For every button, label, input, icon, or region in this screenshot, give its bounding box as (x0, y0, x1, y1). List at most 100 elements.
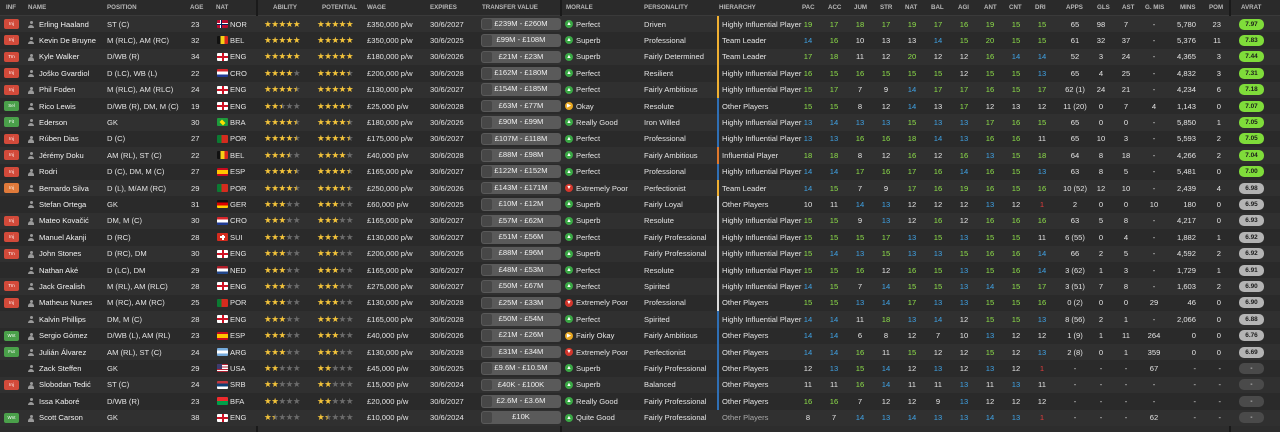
transfer-value-pill[interactable]: £25M - £33M (481, 296, 561, 310)
header-str[interactable]: STR (880, 4, 892, 11)
table-row[interactable]: Sel Rico Lewis D/WB (R), DM, M (C) 19 ENG ★★★… (0, 98, 1280, 115)
player-name[interactable]: Rico Lewis (39, 102, 105, 111)
transfer-value-pill[interactable]: £63M - £77M (481, 99, 561, 113)
table-row[interactable]: Inj Rúben Dias D (C) 27 POR ★★★★★ ★★★★★ £175,00… (0, 130, 1280, 148)
player-nation[interactable]: ENG (230, 85, 254, 94)
status-badge[interactable]: Sel (4, 101, 19, 111)
table-row[interactable]: Inj Slobodan Tedić ST (C) 24 SRB ★★★★★ ★★★★★ £1… (0, 376, 1280, 394)
header-ability[interactable]: ABILITY (273, 4, 297, 11)
header-gmis[interactable]: G. MIS (1145, 4, 1164, 11)
status-badge[interactable]: Fut (4, 347, 19, 357)
player-name[interactable]: Jack Grealish (39, 282, 105, 291)
table-row[interactable]: Inj Joško Gvardiol D (LC), WB (L) 22 CRO ★★★★… (0, 65, 1280, 82)
header-mins[interactable]: MINS (1180, 4, 1195, 11)
player-name[interactable]: Scott Carson (39, 413, 105, 422)
table-row[interactable]: Inj Jérémy Doku AM (RL), ST (C) 22 BEL ★★★★★ ★… (0, 147, 1280, 164)
transfer-value-pill[interactable]: £10M - £12M (481, 198, 561, 211)
header-jum[interactable]: JUM (854, 4, 867, 11)
table-row[interactable]: Wnt Scott Carson GK 38 ENG ★★★★★ ★★★★★ £10,000 … (0, 409, 1280, 426)
table-row[interactable]: Zack Steffen GK 29 USA ★★★★★ ★★★★★ £45,000 p/w… (0, 360, 1280, 377)
transfer-value-pill[interactable]: £2.6M - £3.6M (481, 394, 561, 408)
header-transfer-value[interactable]: TRANSFER VALUE (482, 4, 538, 11)
table-row[interactable]: Trn Jack Grealish M (RL), AM (RLC) 28 ENG ★★★… (0, 278, 1280, 295)
header-wage[interactable]: WAGE (367, 4, 386, 11)
player-name[interactable]: John Stones (39, 249, 105, 258)
transfer-value-pill[interactable]: £239M - £260M (481, 17, 561, 31)
transfer-value-pill[interactable]: £31M - £34M (481, 345, 561, 359)
player-name[interactable]: Nathan Aké (39, 266, 105, 275)
status-badge[interactable]: Wnt (4, 330, 19, 341)
player-name[interactable]: Kevin De Bruyne (39, 36, 105, 45)
player-nation[interactable]: ENG (230, 413, 254, 422)
transfer-value-pill[interactable]: £143M - £171M (481, 181, 561, 195)
player-name[interactable]: Zack Steffen (39, 364, 105, 373)
player-nation[interactable]: SUI (230, 233, 254, 242)
player-nation[interactable]: ESP (230, 167, 254, 176)
transfer-value-pill[interactable]: £50M - £54M (481, 312, 561, 326)
table-row[interactable]: Inj Rodri D (C), DM, M (C) 27 ESP ★★★★★ ★★★★★ £… (0, 163, 1280, 180)
transfer-value-pill[interactable]: £50M - £67M (481, 280, 561, 293)
header-pom[interactable]: POM (1209, 4, 1223, 11)
player-nation[interactable]: ESP (230, 331, 254, 340)
status-badge[interactable]: Inj (4, 133, 19, 144)
player-nation[interactable]: POR (230, 134, 254, 143)
header-nat[interactable]: NAT (216, 4, 228, 11)
header-pac[interactable]: PAC (802, 4, 815, 11)
player-nation[interactable]: ENG (230, 52, 254, 61)
status-badge[interactable]: Inj (4, 215, 19, 226)
header-age[interactable]: AGE (190, 4, 203, 11)
transfer-value-pill[interactable]: £48M - £53M (481, 263, 561, 277)
player-nation[interactable]: SRB (230, 380, 254, 389)
header-avrat[interactable]: AVRAT (1241, 4, 1261, 11)
player-nation[interactable]: ENG (230, 102, 254, 111)
transfer-value-pill[interactable]: £57M - £62M (481, 214, 561, 228)
player-name[interactable]: Slobodan Tedić (39, 380, 105, 389)
player-name[interactable]: Joško Gvardiol (39, 69, 105, 78)
player-name[interactable]: Kyle Walker (39, 52, 105, 61)
table-row[interactable]: Inj Phil Foden M (RLC), AM (RLC) 24 ENG ★★★★★… (0, 81, 1280, 98)
header-acc[interactable]: ACC (828, 4, 841, 11)
player-nation[interactable]: POR (230, 298, 254, 307)
header-nat-attr[interactable]: NAT (905, 4, 917, 11)
player-name[interactable]: Bernardo Silva (39, 184, 105, 193)
transfer-value-pill[interactable]: £40K - £100K (481, 378, 561, 392)
transfer-value-pill[interactable]: £122M - £152M (481, 165, 561, 178)
player-name[interactable]: Matheus Nunes (39, 298, 105, 307)
status-badge[interactable]: Inj (4, 232, 19, 243)
player-name[interactable]: Ederson (39, 118, 105, 127)
status-badge[interactable]: Inj (4, 35, 19, 46)
transfer-value-pill[interactable]: £99M - £108M (481, 34, 561, 47)
table-row[interactable]: Kalvin Phillips DM, M (C) 28 ENG ★★★★★ ★★★★★ £… (0, 311, 1280, 328)
player-nation[interactable]: BEL (230, 36, 254, 45)
header-cnt[interactable]: CNT (1009, 4, 1022, 11)
transfer-value-pill[interactable]: £10K (481, 411, 561, 424)
player-name[interactable]: Manuel Akanji (39, 233, 105, 242)
table-row[interactable]: Inj Bernardo Silva D (L), M/AM (RC) 29 POR ★★… (0, 180, 1280, 197)
player-name[interactable]: Phil Foden (39, 85, 105, 94)
player-name[interactable]: Jérémy Doku (39, 151, 105, 160)
player-nation[interactable]: ENG (230, 249, 254, 258)
table-row[interactable]: Issa Kaboré D/WB (R) 23 BFA ★★★★★ ★★★★★ £20,00… (0, 393, 1280, 410)
status-badge[interactable]: Inj (4, 68, 19, 79)
status-badge[interactable]: Inj (4, 379, 19, 390)
header-agi[interactable]: AGI (958, 4, 969, 11)
table-row[interactable]: Inj Manuel Akanji D (RC) 28 SUI ★★★★★ ★★★★★ £13… (0, 229, 1280, 246)
header-ant[interactable]: ANT (984, 4, 997, 11)
table-row[interactable]: Fut Julián Álvarez AM (RL), ST (C) 24 ARG ★★★… (0, 344, 1280, 361)
transfer-value-pill[interactable]: £107M - £118M (481, 132, 561, 146)
header-name[interactable]: NAME (28, 4, 46, 11)
status-badge[interactable]: Inj (4, 166, 19, 177)
transfer-value-pill[interactable]: £88M - £98M (481, 148, 561, 162)
player-nation[interactable]: USA (230, 364, 254, 373)
table-row[interactable]: Stefan Ortega GK 31 GER ★★★★★ ★★★★★ £60,000 p/… (0, 196, 1280, 213)
player-nation[interactable]: POR (230, 184, 254, 193)
table-row[interactable]: Inj Matheus Nunes M (RC), AM (RC) 25 POR ★★★★… (0, 294, 1280, 312)
status-badge[interactable]: Inj (4, 150, 19, 161)
table-row[interactable]: Trn Kyle Walker D/WB (R) 34 ENG ★★★★★ ★★★★★ £18… (0, 48, 1280, 66)
player-nation[interactable]: CRO (230, 216, 254, 225)
header-bal[interactable]: BAL (931, 4, 944, 11)
header-inf[interactable]: INF (6, 4, 16, 11)
transfer-value-pill[interactable]: £88M - £96M (481, 247, 561, 260)
transfer-value-pill[interactable]: £51M - £56M (481, 230, 561, 244)
status-badge[interactable]: Trn (4, 248, 19, 259)
